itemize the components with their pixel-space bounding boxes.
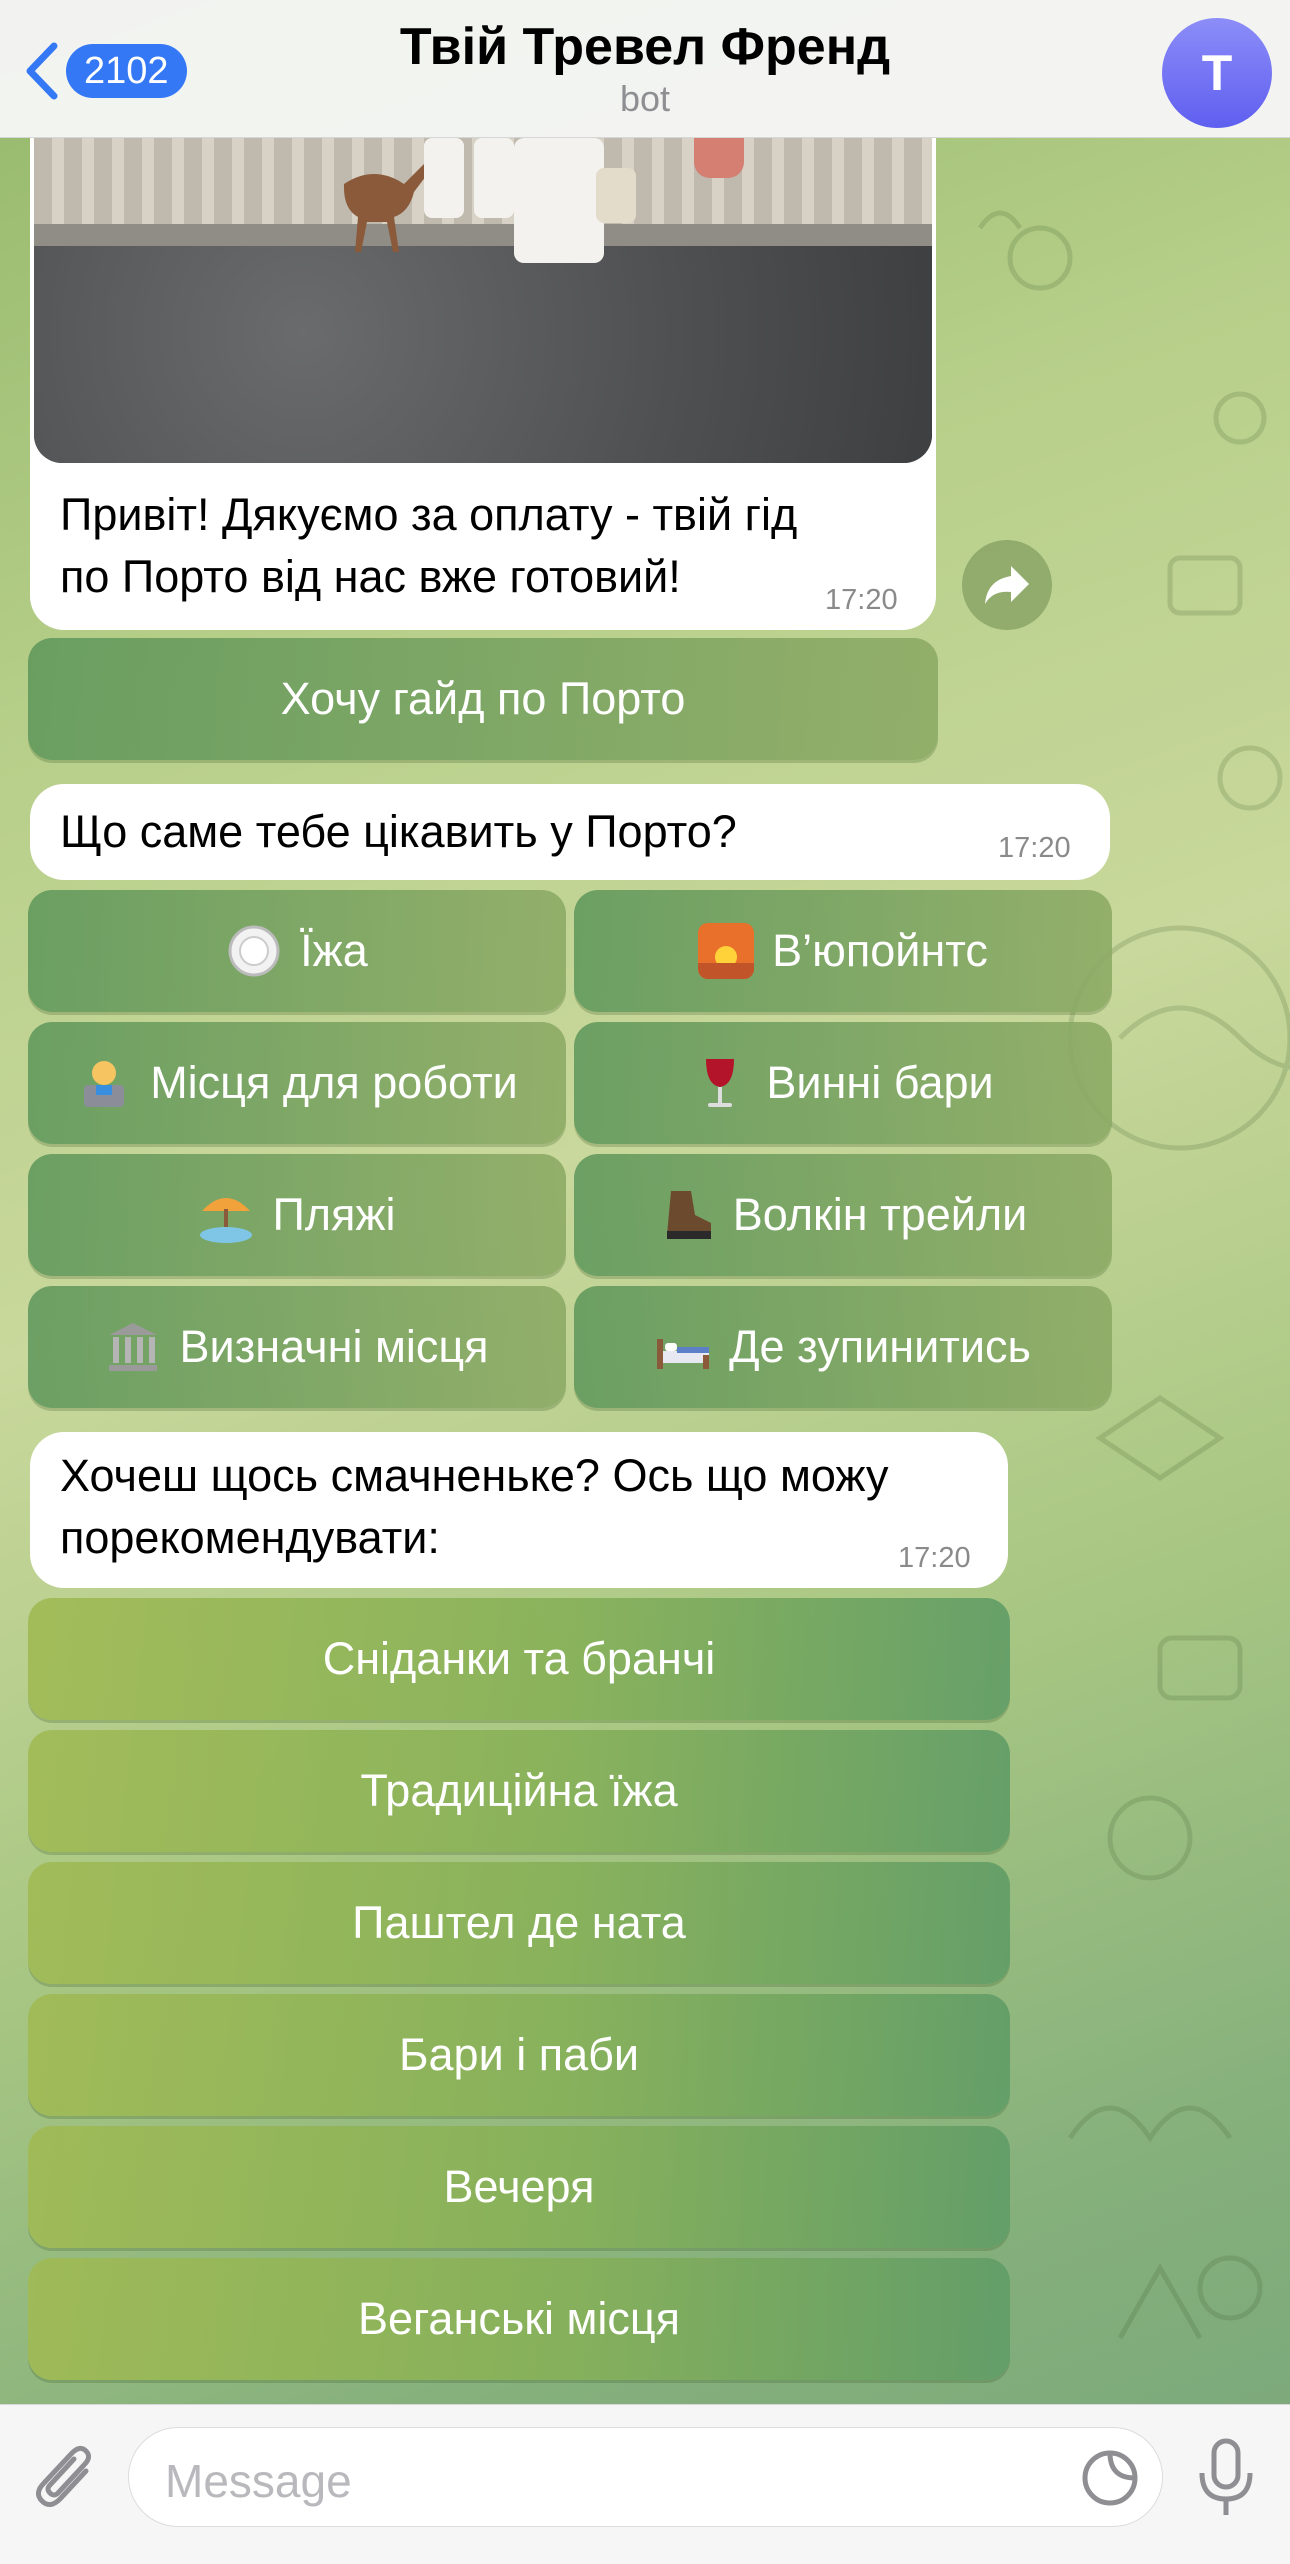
share-button[interactable] (962, 540, 1052, 630)
food-button-bars-pubs[interactable]: Бари і паби (28, 1994, 1010, 2116)
category-button-beaches[interactable]: Пляжі (28, 1154, 566, 1276)
food-button-vegan[interactable]: Веганські місця (28, 2258, 1010, 2380)
button-label: Визначні місця (179, 1321, 489, 1372)
message-text: Привіт! Дякуємо за оплату - твій гід (60, 489, 798, 540)
message-bubble: Що саме тебе цікавить у Порто? 17:20 (30, 784, 1110, 880)
category-button-where-to-stay[interactable]: Де зупинитись (574, 1286, 1112, 1408)
message-text: Що саме тебе цікавить у Порто? (60, 806, 737, 857)
message-input-placeholder: Message (165, 2455, 352, 2507)
message-time: 17:20 (825, 584, 898, 616)
wine-glass-icon (706, 1059, 735, 1107)
message-text: Хочеш щось смачненьке? Ось що можу (60, 1450, 889, 1501)
street-photo[interactable] (34, 138, 932, 463)
food-button-dinner[interactable]: Вечеря (28, 2126, 1010, 2248)
guide-porto-button[interactable]: Хочу гайд по Порто (28, 638, 938, 760)
message-input-bar: Message (0, 2404, 1290, 2564)
chevron-left-icon (26, 42, 58, 100)
sunset-icon (698, 923, 755, 979)
classical-building-icon (109, 1323, 158, 1371)
button-label: Волкін трейли (732, 1189, 1028, 1240)
photo-message-bubble: Привіт! Дякуємо за оплату - твій гід по … (30, 138, 936, 630)
button-label: Винні бари (766, 1057, 994, 1108)
message-time: 17:20 (898, 1542, 971, 1574)
button-label: Місця для роботи (150, 1057, 518, 1108)
chat-title-area[interactable]: Твій Тревел Френд bot (260, 16, 1030, 120)
chat-header: 2102 Твій Тревел Френд bot Т (0, 0, 1290, 138)
sticker-icon[interactable] (1080, 2448, 1140, 2508)
category-button-landmarks[interactable]: Визначні місця (28, 1286, 566, 1408)
button-label: Їжа (300, 925, 368, 976)
chat-title: Твій Тревел Френд (399, 18, 891, 76)
food-button-traditional[interactable]: Традиційна їжа (28, 1730, 1010, 1852)
message-input[interactable]: Message (128, 2427, 1163, 2527)
plate-icon (228, 925, 280, 977)
button-label: Пляжі (272, 1189, 396, 1240)
message-bubble: Хочеш щось смачненьке? Ось що можу порек… (30, 1432, 1008, 1588)
microphone-icon[interactable] (1190, 2437, 1262, 2521)
bot-avatar[interactable]: Т (1162, 18, 1272, 128)
paperclip-icon[interactable] (30, 2441, 100, 2519)
beach-umbrella-icon (200, 1198, 253, 1243)
message-time: 17:20 (998, 832, 1071, 864)
button-label: Де зупинитись (729, 1321, 1031, 1372)
unread-count-badge: 2102 (66, 44, 187, 98)
button-label: В’юпойнтс (772, 925, 988, 976)
bed-icon (657, 1339, 710, 1369)
share-arrow-icon (985, 566, 1029, 604)
category-button-food[interactable]: Їжа (28, 890, 566, 1012)
laptop-worker-icon (84, 1061, 125, 1107)
message-text: порекомендувати: (60, 1512, 440, 1563)
back-button[interactable]: 2102 (20, 36, 190, 106)
category-button-walking-trails[interactable]: Волкін трейли (574, 1154, 1112, 1276)
category-button-wine-bars[interactable]: Винні бари (574, 1022, 1112, 1144)
food-button-breakfasts[interactable]: Сніданки та бранчі (28, 1598, 1010, 1720)
hiking-boot-icon (666, 1191, 711, 1239)
food-button-pastel-de-nata[interactable]: Паштел де ната (28, 1862, 1010, 1984)
category-button-workplaces[interactable]: Місця для роботи (28, 1022, 566, 1144)
chat-subtitle: bot (619, 78, 671, 119)
message-text: по Порто від нас вже готовий! (60, 551, 681, 602)
dog-figure (343, 164, 429, 252)
category-button-viewpoints[interactable]: В’юпойнтс (574, 890, 1112, 1012)
